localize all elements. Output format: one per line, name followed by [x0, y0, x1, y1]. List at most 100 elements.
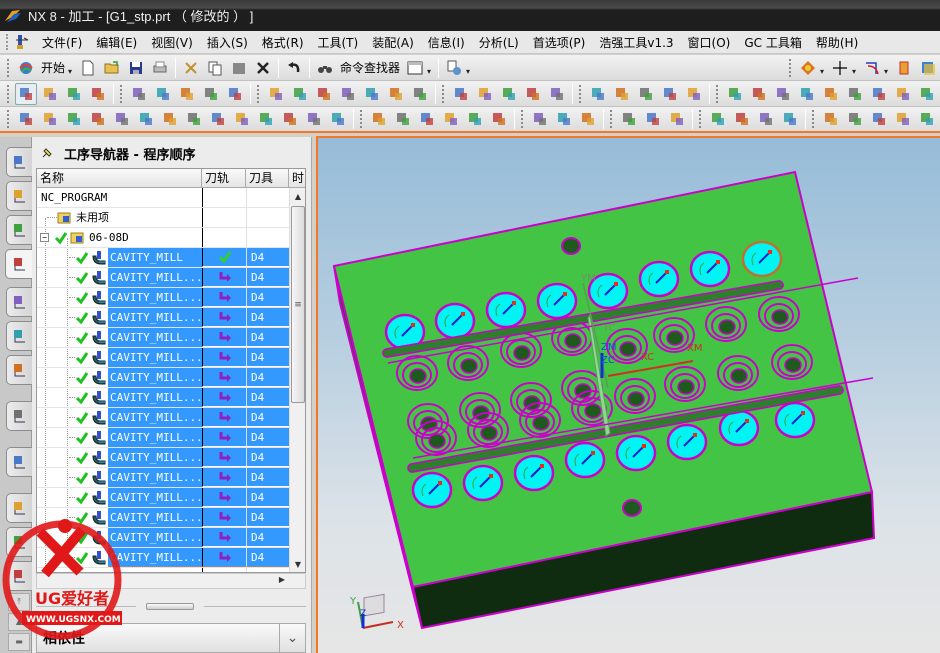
- toolbar-grip[interactable]: [699, 110, 703, 128]
- menu-edit[interactable]: 编辑(E): [90, 34, 145, 51]
- toolbar-grip[interactable]: [7, 110, 11, 128]
- feature-check-icon[interactable]: [474, 83, 496, 105]
- post-process-icon[interactable]: [337, 83, 359, 105]
- blank-icon[interactable]: [15, 108, 37, 130]
- tag-icon[interactable]: [779, 108, 801, 130]
- shop-doc-icon[interactable]: [361, 83, 383, 105]
- start-dropdown-icon[interactable]: ▾: [68, 60, 76, 76]
- create-geometry-icon[interactable]: [176, 83, 198, 105]
- operation-row[interactable]: CAVITY_MILL... D4: [37, 428, 289, 448]
- pin-icon[interactable]: [40, 146, 54, 160]
- scroll-up-icon[interactable]: ▲: [8, 613, 30, 631]
- menu-preferences[interactable]: 首选项(P): [527, 34, 594, 51]
- fixture-icon[interactable]: [39, 108, 61, 130]
- clock-history-tab[interactable]: [6, 493, 32, 523]
- mcs-icon[interactable]: [87, 108, 109, 130]
- path-start-icon[interactable]: [618, 108, 640, 130]
- tree-vertical-scrollbar[interactable]: ▲ ≡ ▼: [289, 188, 305, 572]
- dependencies-panel[interactable]: 相依性 ⌄: [36, 623, 306, 653]
- group-icon[interactable]: [183, 108, 205, 130]
- post-icon[interactable]: [255, 108, 277, 130]
- start-icon[interactable]: [15, 57, 37, 79]
- program-order-view-icon[interactable]: [15, 82, 37, 105]
- machine-tool-view-icon[interactable]: [39, 83, 61, 105]
- menu-gc-toolbox[interactable]: GC 工具箱: [738, 34, 810, 51]
- toolbar-grip[interactable]: [789, 58, 793, 77]
- program-group-row[interactable]: − 06-08D: [37, 228, 289, 248]
- iso-icon[interactable]: [488, 108, 510, 130]
- export-icon[interactable]: [635, 83, 657, 105]
- operation-row[interactable]: CAVITY_MILL D4: [37, 248, 289, 268]
- move-icon[interactable]: [820, 108, 842, 130]
- grid-icon[interactable]: [755, 108, 777, 130]
- toolbar-grip[interactable]: [610, 110, 614, 128]
- menu-haoqiang-tools[interactable]: 浩强工具v1.3: [593, 34, 681, 51]
- stock-icon[interactable]: [303, 108, 325, 130]
- operation-list-icon[interactable]: [409, 83, 431, 105]
- info-icon[interactable]: [443, 57, 465, 79]
- operation-row[interactable]: CAVITY_MILL... D4: [37, 268, 289, 288]
- program-list-icon[interactable]: [498, 83, 520, 105]
- reuse-library-tab[interactable]: [6, 355, 32, 385]
- window-layout-icon[interactable]: [404, 57, 426, 79]
- copy-move-icon[interactable]: [868, 108, 890, 130]
- scroll-down-icon[interactable]: ▬: [8, 633, 30, 651]
- part-icon[interactable]: [327, 108, 349, 130]
- edit-icon[interactable]: [611, 83, 633, 105]
- doc-icon[interactable]: [546, 83, 568, 105]
- toolbar-grip[interactable]: [7, 58, 11, 77]
- crosshair-dropdown-icon[interactable]: ▾: [852, 60, 860, 76]
- operation-row[interactable]: CAVITY_MILL... D4: [37, 288, 289, 308]
- new-file-icon[interactable]: [77, 57, 99, 79]
- column-header-time[interactable]: 时: [289, 169, 305, 188]
- command-search-icon[interactable]: [14, 34, 30, 50]
- joystick-icon[interactable]: [553, 108, 575, 130]
- edit-object-icon[interactable]: [659, 83, 681, 105]
- menu-tools[interactable]: 工具(T): [312, 34, 367, 51]
- coordinate-icon[interactable]: [63, 108, 85, 130]
- menu-format[interactable]: 格式(R): [256, 34, 312, 51]
- pathline-icon[interactable]: [440, 108, 462, 130]
- rotate-icon[interactable]: [844, 108, 866, 130]
- operation-row[interactable]: CAVITY_MILL... D4: [37, 348, 289, 368]
- measure-icon[interactable]: [893, 57, 915, 79]
- create-tool-icon[interactable]: [152, 83, 174, 105]
- geometry-view-icon[interactable]: [63, 83, 85, 105]
- undo-icon[interactable]: [283, 57, 305, 79]
- panel-splitter[interactable]: [36, 603, 306, 611]
- create-operation-icon[interactable]: [224, 83, 246, 105]
- column-header-name[interactable]: 名称: [37, 169, 202, 188]
- list-icon[interactable]: [916, 108, 938, 130]
- tool-cut-icon[interactable]: [796, 83, 818, 105]
- clock-icon[interactable]: [724, 83, 746, 105]
- toolbar-grip[interactable]: [7, 84, 11, 103]
- operation-row[interactable]: CAVITY_MILL... D4: [37, 488, 289, 508]
- tooling-icon[interactable]: [522, 83, 544, 105]
- output-cls-icon[interactable]: [587, 83, 609, 105]
- layout-dropdown-icon[interactable]: ▾: [427, 60, 435, 76]
- tool-paste-icon[interactable]: [844, 83, 866, 105]
- save-icon[interactable]: [125, 57, 147, 79]
- operation-row[interactable]: CAVITY_MILL... D4: [37, 408, 289, 428]
- pipe-icon[interactable]: [207, 108, 229, 130]
- menu-file[interactable]: 文件(F): [36, 34, 90, 51]
- toolbar-grip[interactable]: [120, 84, 124, 103]
- scale-icon[interactable]: [416, 108, 438, 130]
- tool-list-icon[interactable]: [450, 83, 472, 105]
- path-tool-icon[interactable]: [666, 108, 688, 130]
- wrench-icon[interactable]: [683, 83, 705, 105]
- toolbar-grip[interactable]: [360, 110, 364, 128]
- cube-icon[interactable]: [111, 108, 133, 130]
- part-navigator-tab[interactable]: [6, 215, 32, 245]
- operation-row[interactable]: CAVITY_MILL... D4: [37, 528, 289, 548]
- layers-icon[interactable]: [279, 108, 301, 130]
- method-view-icon[interactable]: [87, 83, 109, 105]
- tool-copy-icon[interactable]: [820, 83, 842, 105]
- tool-more-icon[interactable]: [916, 83, 938, 105]
- tool-info-icon[interactable]: [892, 83, 914, 105]
- solid-icon[interactable]: [577, 108, 599, 130]
- operation-navigator-tab[interactable]: [5, 249, 33, 279]
- feed-icon[interactable]: [135, 108, 157, 130]
- tool-holder-icon[interactable]: [159, 108, 181, 130]
- binoculars-icon[interactable]: [314, 57, 336, 79]
